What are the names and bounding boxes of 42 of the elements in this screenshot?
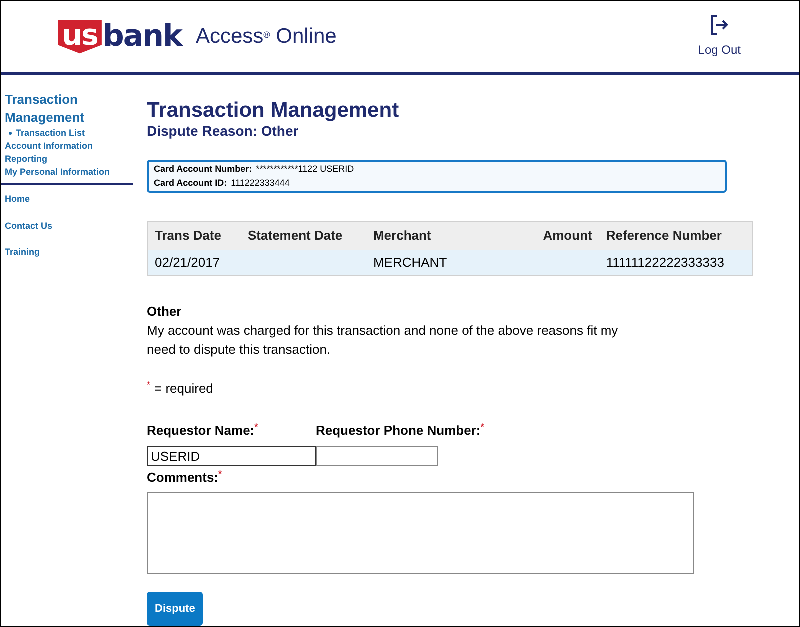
logout-link[interactable]: Log Out: [698, 14, 741, 59]
field-label: Requestor Name:: [147, 422, 255, 440]
phone-field[interactable]: [316, 446, 438, 466]
table-cell: 02/21/2017: [148, 250, 242, 276]
logo-shield: us: [58, 20, 102, 54]
field-label: Card Account ID:: [154, 176, 228, 190]
bullet-icon: [9, 132, 12, 136]
product-name: Access$^{®}$ Online: [196, 24, 337, 50]
field-label: Card Account Number:: [154, 163, 252, 176]
required-mark: *: [218, 468, 222, 481]
nav-link[interactable]: My Personal Information: [5, 166, 133, 180]
nav-link[interactable]: Transaction Management: [5, 91, 133, 128]
field-value: ************1122 USERID: [256, 163, 354, 176]
dispute-button[interactable]: Dispute: [147, 592, 204, 626]
nav-link[interactable]: Home: [5, 193, 133, 207]
reason-title: Other: [147, 303, 183, 321]
logo-text: bank: [102, 18, 182, 56]
nav-link[interactable]: Account Information: [5, 140, 133, 154]
comments-field[interactable]: [147, 492, 694, 574]
table-cell: MERCHANT: [366, 250, 526, 276]
page-subtitle: Dispute Reason: Other: [147, 123, 300, 140]
field-label: Comments:: [147, 469, 219, 487]
column-header: Trans Date: [148, 222, 242, 250]
required-mark: *: [254, 420, 258, 434]
page-title: Transaction Management: [147, 99, 400, 124]
field-label: Requestor Phone Number:: [316, 422, 481, 440]
name-field[interactable]: USERID: [147, 446, 316, 466]
required-note: = required: [154, 380, 214, 398]
required-mark: *: [147, 379, 151, 392]
logout-icon: [710, 14, 729, 35]
column-header: Merchant: [366, 222, 526, 250]
column-header: Statement Date: [241, 222, 366, 250]
nav-link[interactable]: Contact Us: [5, 220, 133, 234]
nav-link[interactable]: Training: [5, 246, 133, 260]
field-value: 111222333444: [231, 176, 290, 190]
reason-description: My account was charged for this transaction and none of the above reasons fit my need to dispute this transaction.: [147, 322, 620, 359]
column-header: Reference Number: [599, 222, 752, 250]
nav-link[interactable]: Transaction List: [16, 127, 86, 140]
column-header: Amount: [526, 222, 600, 250]
table-cell: 11111122222333333: [599, 250, 752, 276]
nav-link[interactable]: Reporting: [5, 153, 133, 166]
required-mark: *: [480, 420, 484, 434]
